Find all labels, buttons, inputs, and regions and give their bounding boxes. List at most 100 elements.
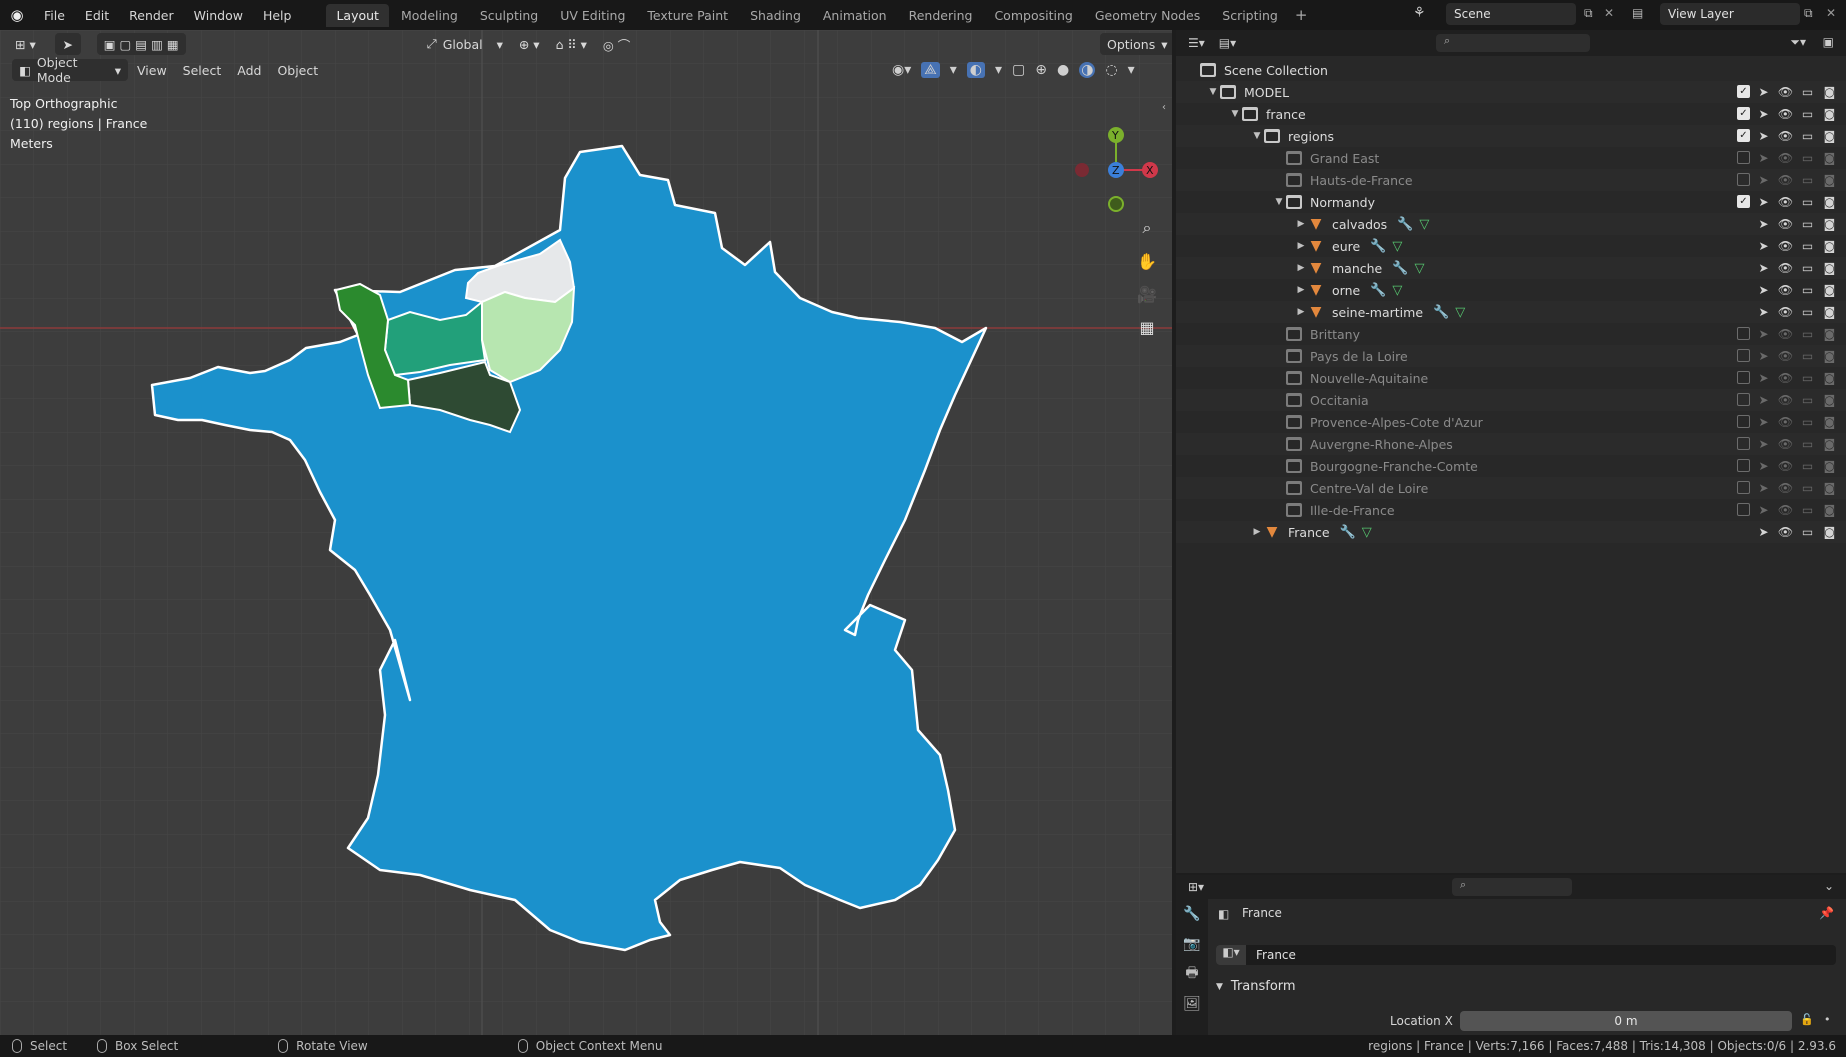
expand-right-icon[interactable]: ▶	[1294, 263, 1308, 273]
exclude-checkbox[interactable]: ✓	[1737, 195, 1750, 208]
monitor-icon[interactable]: ▭	[1799, 149, 1816, 166]
output-tab-icon[interactable]: 🖶	[1176, 959, 1208, 989]
camera-icon[interactable]: ◙	[1821, 413, 1838, 430]
expand-down-icon[interactable]: ▼	[1272, 197, 1286, 207]
viewport-menu-select[interactable]: Select	[176, 59, 229, 81]
modifier-wrench-icon[interactable]: 🔧	[1370, 239, 1386, 254]
location-x-field[interactable]: 0 m	[1460, 1011, 1792, 1031]
tab-animation[interactable]: Animation	[813, 4, 897, 27]
camera-view-icon[interactable]: 🎥	[1133, 280, 1161, 308]
exclude-checkbox[interactable]	[1737, 371, 1750, 384]
view-layer-icon[interactable]: ▤	[1632, 6, 1643, 20]
outliner-row-manche[interactable]: ▶ ▼ manche 🔧 ▽ ➤ 👁 ▭ ◙	[1176, 257, 1846, 279]
eye-icon[interactable]: 👁	[1777, 215, 1794, 232]
modifier-wrench-icon[interactable]: 🔧	[1397, 217, 1413, 232]
viewport-menu-object[interactable]: Object	[270, 59, 325, 81]
exclude-checkbox[interactable]	[1737, 173, 1750, 186]
eye-icon[interactable]: 👁	[1777, 105, 1794, 122]
outliner-search-input[interactable]: ⌕	[1436, 34, 1590, 52]
sidebar-toggle-icon[interactable]: ‹	[1162, 102, 1166, 113]
select-arrow-icon[interactable]: ➤	[1755, 171, 1772, 188]
camera-icon[interactable]: ◙	[1821, 369, 1838, 386]
pin-icon[interactable]: 📌	[1819, 906, 1834, 920]
outliner-row-pays-de-la-loire[interactable]: Pays de la Loire ➤ 👁 ▭ ◙	[1176, 345, 1846, 367]
expand-down-icon[interactable]: ▼	[1228, 109, 1242, 119]
mesh-data-icon[interactable]: ▽	[1392, 283, 1402, 298]
exclude-checkbox[interactable]: ✓	[1737, 85, 1750, 98]
exclude-checkbox[interactable]: ✓	[1737, 107, 1750, 120]
expand-right-icon[interactable]: ▶	[1294, 219, 1308, 229]
outliner-row-occitania[interactable]: Occitania ➤ 👁 ▭ ◙	[1176, 389, 1846, 411]
material-shading-icon[interactable]: ◑	[1079, 62, 1096, 78]
xray-icon[interactable]: ▢	[1012, 62, 1025, 78]
monitor-icon[interactable]: ▭	[1799, 303, 1816, 320]
camera-icon[interactable]: ◙	[1821, 149, 1838, 166]
chevron-down-icon[interactable]: ⌄	[1824, 879, 1834, 893]
exclude-checkbox[interactable]	[1737, 349, 1750, 362]
scene-collection-row[interactable]: Scene Collection	[1176, 59, 1846, 81]
camera-icon[interactable]: ◙	[1821, 523, 1838, 540]
select-arrow-icon[interactable]: ➤	[1755, 83, 1772, 100]
display-mode-icon[interactable]: ▤▾	[1219, 36, 1236, 50]
outliner-row-eure[interactable]: ▶ ▼ eure 🔧 ▽ ➤ 👁 ▭ ◙	[1176, 235, 1846, 257]
monitor-icon[interactable]: ▭	[1799, 325, 1816, 342]
camera-icon[interactable]: ◙	[1821, 237, 1838, 254]
select-arrow-icon[interactable]: ➤	[1755, 435, 1772, 452]
chevron-down-icon[interactable]: ▾	[1128, 62, 1135, 78]
eye-icon[interactable]: 👁	[1777, 435, 1794, 452]
monitor-icon[interactable]: ▭	[1799, 281, 1816, 298]
tab-scripting[interactable]: Scripting	[1212, 4, 1288, 27]
monitor-icon[interactable]: ▭	[1799, 347, 1816, 364]
modifier-wrench-icon[interactable]: 🔧	[1433, 305, 1449, 320]
mesh-data-icon[interactable]: ▽	[1455, 305, 1465, 320]
monitor-icon[interactable]: ▭	[1799, 259, 1816, 276]
outliner-row-bourgogne-franche-comte[interactable]: Bourgogne-Franche-Comte ➤ 👁 ▭ ◙	[1176, 455, 1846, 477]
eye-icon[interactable]: 👁	[1777, 193, 1794, 210]
monitor-icon[interactable]: ▭	[1799, 171, 1816, 188]
monitor-icon[interactable]: ▭	[1799, 457, 1816, 474]
exclude-checkbox[interactable]	[1737, 437, 1750, 450]
camera-icon[interactable]: ◙	[1821, 457, 1838, 474]
exclude-checkbox[interactable]	[1737, 481, 1750, 494]
camera-icon[interactable]: ◙	[1821, 347, 1838, 364]
navigation-gizmo[interactable]: Y X Z	[1066, 92, 1158, 214]
tab-compositing[interactable]: Compositing	[984, 4, 1082, 27]
add-workspace-icon[interactable]: +	[1295, 6, 1308, 24]
delete-view-layer-icon[interactable]: ✕	[1826, 6, 1836, 20]
rendered-shading-icon[interactable]: ◌	[1105, 62, 1117, 78]
select-arrow-icon[interactable]: ➤	[1755, 501, 1772, 518]
camera-icon[interactable]: ◙	[1821, 303, 1838, 320]
viewport-menu-add[interactable]: Add	[230, 59, 268, 81]
expand-right-icon[interactable]: ▶	[1294, 285, 1308, 295]
3d-viewport[interactable]: ⊞ ▾ ➤ ▣ ▢ ▤ ▥ ▦ ⤢ Global ▾ ⊕ ▾ ⌂ ⠿ ▾ ◎ ⌒…	[0, 30, 1172, 1035]
outliner-row-auvergne-rhone-alpes[interactable]: Auvergne-Rhone-Alpes ➤ 👁 ▭ ◙	[1176, 433, 1846, 455]
select-arrow-icon[interactable]: ➤	[1755, 127, 1772, 144]
expand-right-icon[interactable]: ▶	[1294, 241, 1308, 251]
tab-texture-paint[interactable]: Texture Paint	[637, 4, 738, 27]
outliner-row-provence-alpes-cote-d-azur[interactable]: Provence-Alpes-Cote d'Azur ➤ 👁 ▭ ◙	[1176, 411, 1846, 433]
exclude-checkbox[interactable]	[1737, 503, 1750, 516]
exclude-checkbox[interactable]	[1737, 327, 1750, 340]
transform-orientation-dropdown[interactable]: ⤢ Global ▾	[420, 33, 510, 55]
camera-icon[interactable]: ◙	[1821, 83, 1838, 100]
eye-icon[interactable]: 👁	[1777, 413, 1794, 430]
wireframe-shading-icon[interactable]: ⊕	[1035, 62, 1047, 78]
expand-down-icon[interactable]: ▼	[1206, 87, 1220, 97]
solid-shading-icon[interactable]: ●	[1057, 62, 1069, 78]
properties-search-input[interactable]: ⌕	[1452, 878, 1572, 896]
tool-tab-icon[interactable]: 🔧	[1176, 899, 1208, 929]
select-arrow-icon[interactable]: ➤	[1755, 325, 1772, 342]
select-arrow-icon[interactable]: ➤	[1755, 149, 1772, 166]
eye-icon[interactable]: 👁	[1777, 457, 1794, 474]
outliner-row-ille-de-france[interactable]: Ille-de-France ➤ 👁 ▭ ◙	[1176, 499, 1846, 521]
select-arrow-icon[interactable]: ➤	[1755, 237, 1772, 254]
monitor-icon[interactable]: ▭	[1799, 391, 1816, 408]
tab-rendering[interactable]: Rendering	[899, 4, 983, 27]
select-arrow-icon[interactable]: ➤	[1755, 391, 1772, 408]
eye-icon[interactable]: 👁	[1777, 479, 1794, 496]
tab-shading[interactable]: Shading	[740, 4, 811, 27]
eye-icon[interactable]: 👁	[1777, 325, 1794, 342]
menu-window[interactable]: Window	[184, 8, 253, 23]
overlay-toggle-icon[interactable]: ◐	[966, 62, 985, 78]
pivot-point-icon[interactable]: ⊕ ▾	[512, 33, 547, 55]
